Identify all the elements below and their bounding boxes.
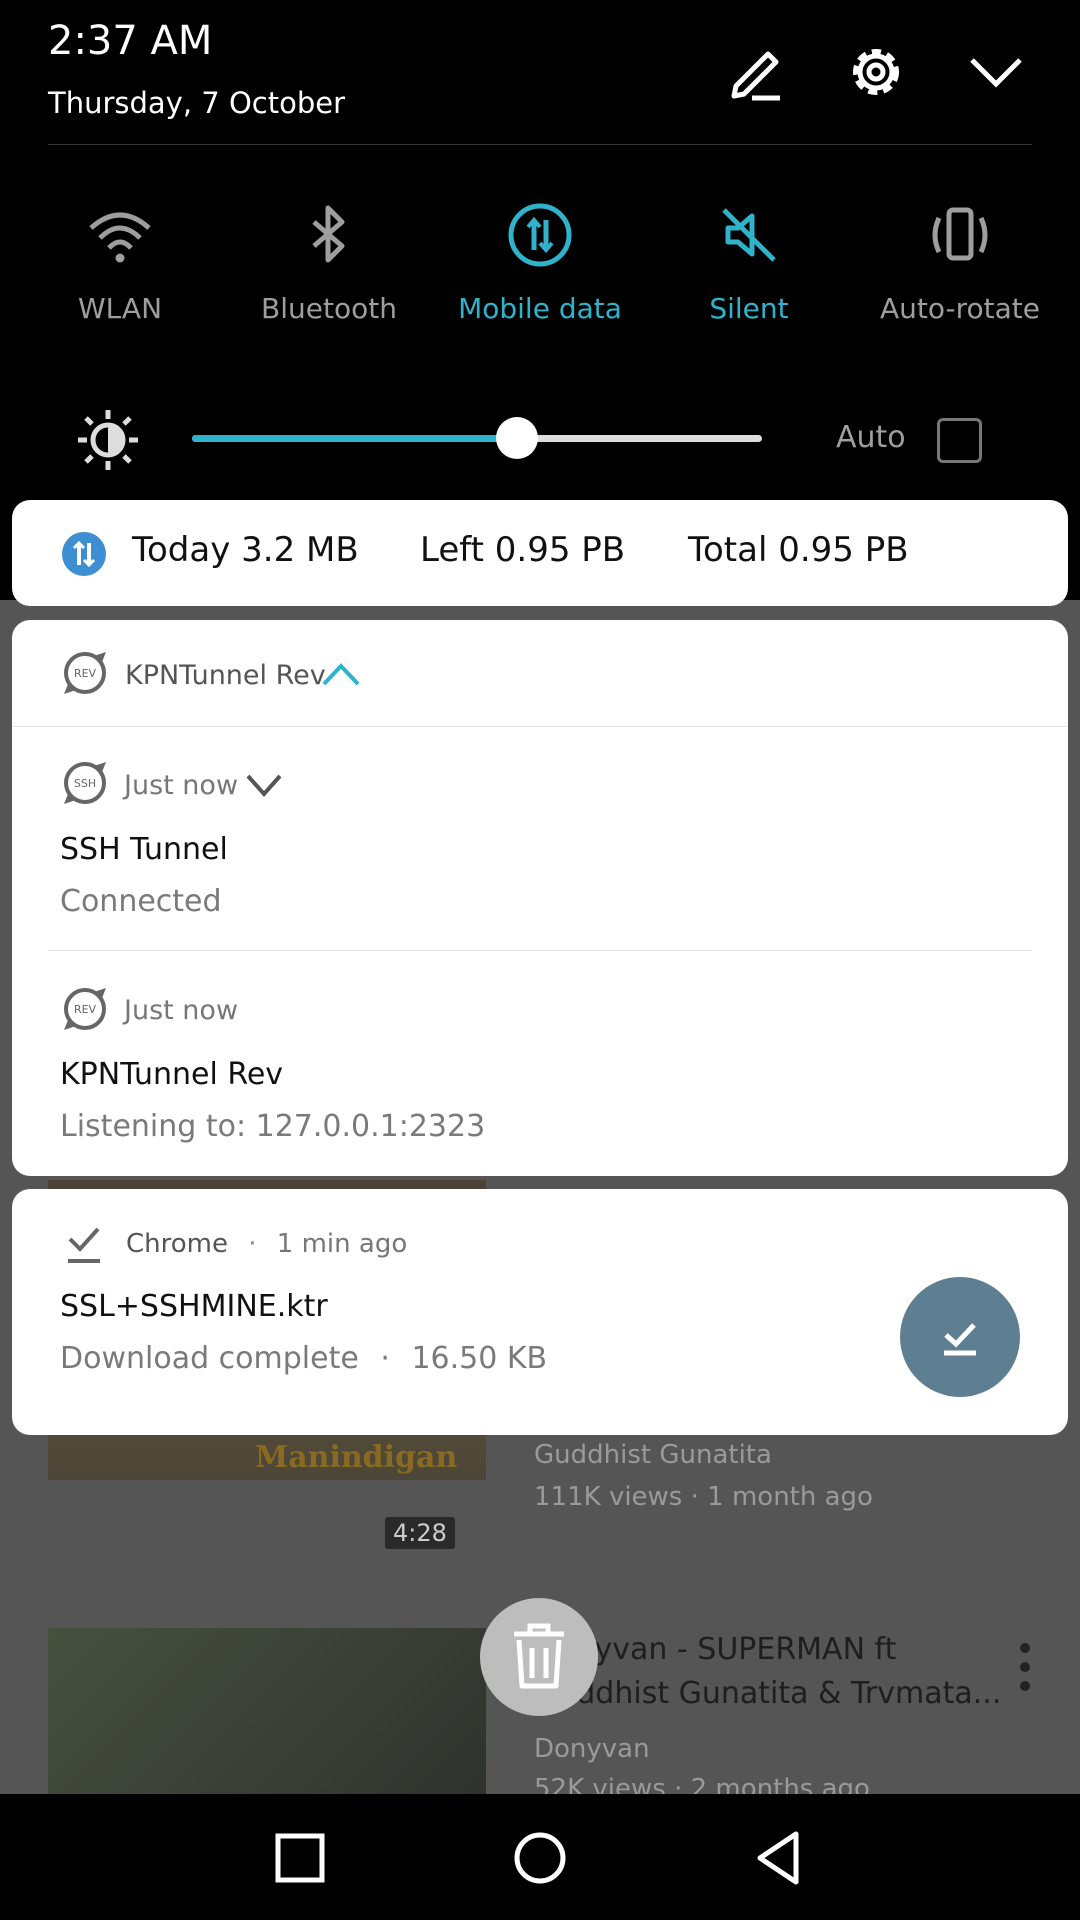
auto-brightness-label: Auto: [836, 420, 906, 455]
bluetooth-icon: [312, 205, 345, 263]
group-divider: [12, 726, 1068, 727]
home-button[interactable]: [508, 1826, 572, 1890]
thumbnail-title: Manindigan: [255, 1440, 458, 1475]
notification-app-name: Chrome: [126, 1229, 228, 1259]
toggle-bluetooth[interactable]: Bluetooth: [229, 200, 429, 325]
download-size: 16.50 KB: [411, 1341, 548, 1376]
download-status-text: Download complete: [60, 1341, 359, 1376]
notification-time: 1 min ago: [276, 1229, 408, 1259]
trash-icon: [514, 1623, 564, 1689]
toggle-auto-rotate[interactable]: Auto-rotate: [860, 200, 1060, 325]
toggle-label: WLAN: [77, 292, 163, 325]
notification-title: SSH Tunnel: [60, 832, 228, 867]
svg-text:REV: REV: [74, 1003, 97, 1016]
svg-text:SSH: SSH: [74, 777, 96, 790]
toggle-label: Auto-rotate: [879, 292, 1040, 325]
status-separator: ·: [380, 1341, 390, 1376]
video-channel: Guddhist Gunatita: [534, 1440, 772, 1470]
open-download-button[interactable]: [900, 1277, 1020, 1397]
data-total: Total 0.95 PB: [688, 530, 909, 570]
toggle-mobile-data[interactable]: Mobile data: [440, 200, 640, 325]
download-file-name: SSL+SSHMINE.ktr: [60, 1289, 328, 1324]
data-left: Left 0.95 PB: [420, 530, 626, 570]
navigation-bar: [0, 1794, 1080, 1920]
clear-all-button[interactable]: [480, 1598, 598, 1716]
svg-text:REV: REV: [74, 667, 97, 680]
video-title-line2[interactable]: Guddhist Gunatita & Trvmata...: [534, 1672, 1001, 1716]
brightness-slider-fill: [192, 435, 517, 442]
data-usage-icon: [62, 532, 106, 576]
video-channel: Donyvan: [534, 1734, 650, 1764]
pencil-icon[interactable]: [724, 40, 788, 104]
video-meta: 111K views · 1 month ago: [534, 1482, 873, 1512]
data-today: Today 3.2 MB: [132, 530, 359, 570]
toggle-label: Mobile data: [458, 292, 622, 325]
auto-rotate-icon: [932, 207, 988, 261]
more-options-icon[interactable]: [1020, 1643, 1032, 1700]
kpntunnel-logo-icon: REV: [64, 652, 106, 694]
mobile-data-icon: [508, 203, 572, 267]
clock-date: Thursday, 7 October: [48, 86, 346, 120]
toggle-label: Silent: [709, 292, 789, 325]
chevron-up-icon[interactable]: [320, 660, 362, 688]
brightness-slider-thumb[interactable]: [495, 417, 538, 459]
video-thumbnail[interactable]: [48, 1628, 486, 1794]
video-meta: 52K views · 2 months ago: [534, 1774, 870, 1794]
notification-time: Just now: [124, 995, 239, 1026]
notification-text: Connected: [60, 884, 222, 919]
brightness-icon: [78, 410, 138, 470]
toggle-label: Bluetooth: [261, 292, 397, 325]
kpntunnel-notification-group[interactable]: REV KPNTunnel Rev SSH Just now SSH Tunne…: [12, 620, 1068, 1176]
header-separator: ·: [248, 1229, 257, 1259]
recent-apps-button[interactable]: [268, 1826, 332, 1890]
back-button[interactable]: [748, 1826, 812, 1890]
silent-icon: [722, 208, 776, 262]
toggle-wlan[interactable]: WLAN: [20, 200, 220, 325]
download-done-icon: [944, 1323, 976, 1356]
chevron-down-icon[interactable]: [964, 40, 1028, 104]
kpntunnel-logo-icon: REV: [64, 988, 106, 1030]
notification-text: Listening to: 127.0.0.1:2323: [60, 1109, 486, 1144]
gear-icon[interactable]: [844, 40, 908, 104]
group-app-name: KPNTunnel Rev: [125, 660, 326, 691]
notification-divider: [48, 950, 1032, 951]
header-divider: [48, 144, 1032, 145]
chrome-download-notification[interactable]: Chrome · 1 min ago SSL+SSHMINE.ktr Downl…: [12, 1189, 1068, 1435]
download-status: Download complete · 16.50 KB: [60, 1341, 547, 1376]
notification-time: Just now: [124, 770, 239, 801]
data-usage-card[interactable]: Today 3.2 MB Left 0.95 PB Total 0.95 PB: [12, 500, 1068, 606]
clock-time: 2:37 AM: [48, 18, 213, 64]
toggle-silent[interactable]: Silent: [649, 200, 849, 325]
wifi-icon: [89, 212, 151, 263]
notification-header: Chrome · 1 min ago: [126, 1229, 407, 1259]
ssh-logo-icon: SSH: [64, 762, 106, 804]
notification-title: KPNTunnel Rev: [60, 1057, 284, 1092]
download-done-icon: [68, 1227, 100, 1263]
auto-brightness-checkbox[interactable]: [937, 418, 982, 463]
brightness-slider[interactable]: [192, 417, 762, 459]
video-duration: 4:28: [385, 1517, 455, 1549]
chevron-down-icon[interactable]: [244, 772, 284, 798]
